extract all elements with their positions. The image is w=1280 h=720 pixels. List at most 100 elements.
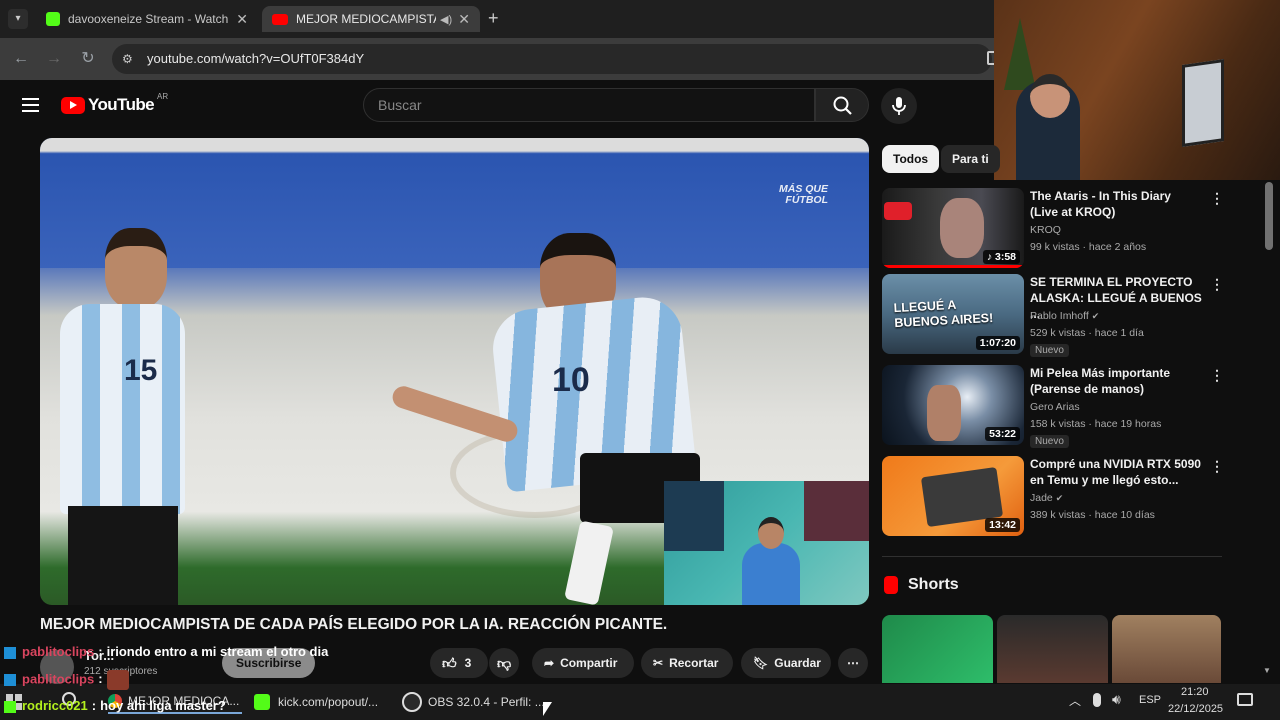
voice-search-button[interactable] [881,88,917,124]
chat-separator: : [98,644,103,659]
recommendation-meta: 158 k vistas · hace 19 horas [1030,418,1162,430]
verified-icon: ✔ [1091,311,1100,321]
kick-chat-badge-icon [4,674,16,686]
volume-icon[interactable]: 🔊︎ [1112,691,1121,708]
search-icon [833,96,852,115]
clip-button[interactable]: ✂ Recortar [641,648,733,678]
like-count: 3 [464,656,472,670]
thumbnail-text: LLEGUÉ A BUENOS AIRES! [893,297,994,331]
recommendation-item[interactable]: LLEGUÉ A BUENOS AIRES! 1:07:20 SE TERMIN… [882,274,1224,357]
recommendation-title[interactable]: Compré una NVIDIA RTX 5090 en Temu y me … [1030,456,1202,488]
more-vert-icon[interactable]: ⋮ [1210,276,1224,293]
thumbs-up-icon: 👍︎ [442,654,457,671]
speaker-icon[interactable]: ◀) [440,13,452,26]
recommendation-meta: 99 k vistas · hace 2 años [1030,241,1147,253]
streamer-webcam-overlay [994,0,1280,180]
video-player[interactable]: 15 10 MÁS QUE FÚTBOL [40,138,869,605]
tab-youtube-video[interactable]: MEJOR MEDIOCAMPISTA D ◀) ✕ [262,6,480,32]
short-thumbnail[interactable] [882,615,993,683]
chat-message: rodricc021: hoy ahi liga master? [4,698,226,713]
recommendation-channel[interactable]: Gero Arias [1030,401,1080,413]
short-thumbnail[interactable] [1112,615,1221,683]
clock-time[interactable]: 21:20 [1181,686,1209,698]
video-thumbnail[interactable]: LLEGUÉ A BUENOS AIRES! 1:07:20 [882,274,1024,354]
recommendation-item[interactable]: 13:42 Compré una NVIDIA RTX 5090 en Temu… [882,456,1224,538]
video-thumbnail[interactable]: 53:22 [882,365,1024,445]
duration-badge: 53:22 [985,427,1020,441]
dislike-button[interactable]: 👎︎ [489,648,519,678]
hamburger-menu-icon[interactable] [22,98,39,112]
save-button[interactable]: 🔖︎ Guardar [741,648,831,678]
recommendation-title[interactable]: The Ataris - In This Diary (Live at KROQ… [1030,188,1202,220]
obs-icon [402,692,422,712]
recommendation-title[interactable]: Mi Pelea Más importante (Parense de mano… [1030,365,1202,397]
chip-todos[interactable]: Todos [882,145,940,173]
taskbar-obs-window[interactable]: OBS 32.0.4 - Perfil: ... [402,690,552,714]
verified-icon: ✔ [1055,493,1064,503]
chat-separator: : [98,671,103,687]
tab-label: davooxeneize Stream - Watch L [68,12,228,26]
tab-label: MEJOR MEDIOCAMPISTA D [296,12,436,26]
player-15: 15 [50,218,200,605]
share-icon: ➦ [544,656,555,670]
search-input[interactable]: Buscar [363,88,815,122]
mas-que-futbol-logo: MÁS QUE FÚTBOL [778,183,828,206]
more-icon: ⋯ [847,656,859,670]
share-button[interactable]: ➦ Compartir [532,648,634,678]
chat-text: iriondo entro a mi stream el otro dia [106,644,329,659]
short-thumbnail[interactable] [997,615,1108,683]
youtube-play-icon [61,96,85,114]
chat-separator: : [91,698,97,713]
video-thumbnail[interactable]: ♪ 3:58 [882,188,1024,268]
shorts-label: Shorts [908,576,959,593]
search-button[interactable] [815,88,869,122]
more-vert-icon[interactable]: ⋮ [1210,458,1224,475]
recommendation-channel[interactable]: Jade ✔ [1030,492,1063,504]
taskbar-kick-window[interactable]: kick.com/popout/... [254,690,390,714]
taskbar-label: kick.com/popout/... [278,695,379,709]
microphone-icon [892,97,906,115]
url-field[interactable]: ⚙ youtube.com/watch?v=OUfT0F384dY [112,44,992,74]
forward-arrow-icon[interactable]: → [43,48,65,70]
taskbar-label: OBS 32.0.4 - Perfil: ... [428,695,545,709]
close-tab-icon[interactable]: ✕ [236,11,248,28]
reload-icon[interactable]: ↻ [77,48,99,70]
scroll-down-arrow[interactable]: ▼ [1263,666,1271,675]
input-language[interactable]: ESP [1139,694,1161,706]
mouse-cursor-icon [543,702,552,716]
chat-message: pablitoclips: iriondo entro a mi stream e… [4,644,328,659]
chip-para-ti[interactable]: Para ti [941,145,1000,173]
recommendation-channel[interactable]: KROQ [1030,224,1061,236]
new-tab-button[interactable]: + [488,8,499,29]
recommendation-channel[interactable]: Pablo Imhoff ✔ [1030,310,1099,322]
more-vert-icon[interactable]: ⋮ [1210,190,1224,207]
chat-message: pablitoclips: [4,670,129,690]
more-vert-icon[interactable]: ⋮ [1210,367,1224,384]
chevron-up-icon[interactable]: ︿ [1069,692,1081,709]
reactor-webcam-inset [664,481,869,605]
tab-list-button[interactable]: ▾ [8,9,28,29]
like-button[interactable]: 👍︎ 3 [430,648,488,678]
divider [882,556,1222,557]
microphone-tray-icon[interactable] [1093,693,1101,707]
scissors-icon: ✂ [653,656,664,670]
site-info-icon[interactable]: ⚙ [122,44,133,74]
back-arrow-icon[interactable]: ← [10,48,32,70]
notifications-icon[interactable] [1237,693,1253,706]
clock-date[interactable]: 22/12/2025 [1168,703,1223,715]
video-thumbnail[interactable]: 13:42 [882,456,1024,536]
chat-username: pablitoclips [22,644,95,659]
youtube-logo[interactable]: YouTube AR [61,92,168,115]
head [1030,74,1070,118]
video-title: MEJOR MEDIOCAMPISTA DE CADA PAÍS ELEGIDO… [40,616,668,633]
tab-kick-stream[interactable]: davooxeneize Stream - Watch L ✕ [36,6,258,32]
scrollbar-thumb[interactable] [1265,182,1273,250]
more-actions-button[interactable]: ⋯ [838,648,868,678]
close-tab-icon[interactable]: ✕ [458,11,470,28]
share-label: Compartir [560,656,618,670]
recommendation-item[interactable]: ♪ 3:58 The Ataris - In This Diary (Live … [882,188,1224,270]
recommendation-meta: 389 k vistas · hace 10 días [1030,509,1155,521]
thumbs-down-icon: 👎︎ [497,654,512,671]
duration-badge: ♪ 3:58 [982,250,1020,264]
recommendation-item[interactable]: 53:22 Mi Pelea Más importante (Parense d… [882,365,1224,448]
